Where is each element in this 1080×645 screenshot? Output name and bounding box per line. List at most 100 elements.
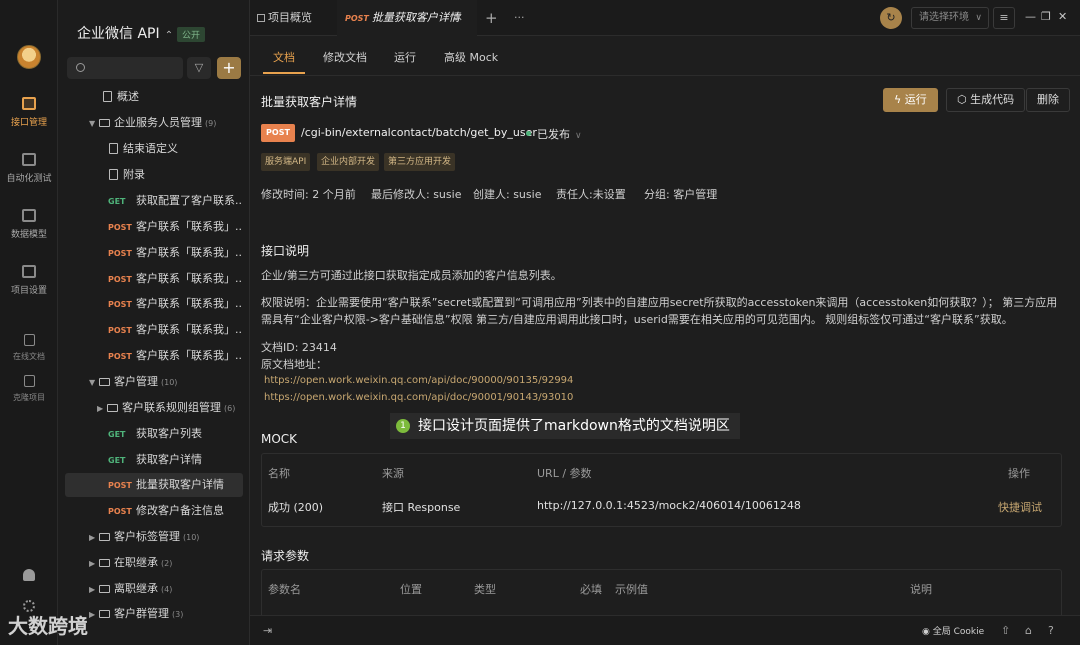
doc-link[interactable]: https://open.work.weixin.qq.com/api/doc/… <box>264 375 573 386</box>
public-badge: 公开 <box>177 27 206 42</box>
rail-label: 克隆项目 <box>13 393 45 402</box>
environment-select[interactable]: 请选择环境 ∨ <box>911 7 989 29</box>
filter-button[interactable]: ▽ <box>187 57 211 79</box>
tree-item-api[interactable]: POST 客户联系「联系我」... <box>65 344 243 368</box>
tree-item-label: 客户联系「联系我」... <box>136 220 243 233</box>
tree-item-api[interactable]: POST 修改客户备注信息 <box>65 499 243 523</box>
active-tab-indicator <box>263 72 305 74</box>
tab-current-api[interactable]: POST 批量获取客户详情 ✕ <box>337 0 477 36</box>
menu-icon[interactable]: ≡ <box>993 7 1015 29</box>
rail-item-online-docs[interactable]: 在线文档 <box>0 334 58 362</box>
tree-item-doc[interactable]: 概述 <box>65 85 243 109</box>
tree-folder[interactable]: ▶ 离职继承 (4) <box>65 577 243 601</box>
tree-item-doc[interactable]: 结束语定义 <box>65 137 243 161</box>
column-header: 来源 <box>382 467 404 480</box>
quick-debug-link[interactable]: 快捷调试 <box>998 499 1042 515</box>
chevron-down-icon: ∨ <box>575 131 582 141</box>
tree-folder[interactable]: ▶ 在职继承 (2) <box>65 551 243 575</box>
watermark-logo: 大数跨境 <box>8 614 88 638</box>
subtab-run[interactable]: 运行 <box>394 49 416 65</box>
subtab-doc[interactable]: 文档 <box>273 49 295 65</box>
tree-folder[interactable]: ▼ 客户管理 (10) <box>65 370 243 394</box>
tree-item-label: 概述 <box>117 90 139 103</box>
data-model-icon <box>22 209 36 222</box>
method-label: POST <box>108 481 132 490</box>
search-input[interactable] <box>67 57 183 79</box>
status-dropdown[interactable]: 已发布 ∨ <box>526 126 582 142</box>
tree-folder[interactable]: ▼ 企业服务人员管理 (9) <box>65 111 243 135</box>
add-button[interactable]: + <box>217 57 241 79</box>
folder-icon <box>99 119 110 127</box>
tree-item-api[interactable]: POST 客户联系「联系我」... <box>65 292 243 316</box>
window-close-icon[interactable]: ✕ <box>1058 10 1067 23</box>
params-table: 参数名 位置 类型 必填 示例值 说明 <box>261 569 1062 615</box>
tree-folder[interactable]: ▶ 客户群管理 (3) <box>65 602 243 626</box>
rail-item-automation[interactable]: 自动化测试 <box>0 153 58 184</box>
tree-item-api[interactable]: GET 获取配置了客户联系... <box>65 189 243 213</box>
column-header: 位置 <box>400 583 422 596</box>
chevron-right-icon: ▶ <box>89 585 96 594</box>
restore-icon[interactable]: ❐ <box>1041 10 1051 23</box>
avatar[interactable] <box>17 45 41 69</box>
annotation-callout: 1 接口设计页面提供了markdown格式的文档说明区 <box>390 413 740 439</box>
trash-icon[interactable]: ⌂ <box>1025 624 1032 637</box>
tree-folder[interactable]: ▶ 客户联系规则组管理 (6) <box>65 396 243 420</box>
run-button[interactable]: ϟ 运行 <box>883 88 938 112</box>
tree-item-doc[interactable]: 附录 <box>65 163 243 187</box>
api-path: /cgi-bin/externalcontact/batch/get_by_us… <box>301 126 537 139</box>
mock-source: 接口 Response <box>382 501 461 514</box>
cookie-label: 全局 Cookie <box>932 627 985 637</box>
collapse-sidebar-icon[interactable]: ⇥ <box>263 624 272 637</box>
folder-icon <box>99 378 110 386</box>
callout-number: 1 <box>396 419 410 433</box>
help-icon[interactable]: ? <box>1048 624 1054 637</box>
subtab-advanced-mock[interactable]: 高级 Mock <box>444 49 498 65</box>
bottom-bar: ⇥ ◉ 全局 Cookie ⇧ ⌂ ? <box>250 615 1080 645</box>
refresh-icon[interactable]: ↻ <box>880 7 902 29</box>
tree-item-api[interactable]: POST 客户联系「联系我」... <box>65 241 243 265</box>
status-dot-icon <box>526 131 531 136</box>
tree-item-api[interactable]: POST 客户联系「联系我」... <box>65 267 243 291</box>
tab-label: 项目概览 <box>268 11 312 24</box>
subtab-edit-doc[interactable]: 修改文档 <box>323 49 367 65</box>
tab-project-overview[interactable]: 项目概览 <box>257 0 312 36</box>
rail-item-api-management[interactable]: 接口管理 <box>0 97 58 128</box>
rail-item-data-model[interactable]: 数据模型 <box>0 209 58 240</box>
tree-folder[interactable]: ▶ 客户标签管理 (10) <box>65 525 243 549</box>
method-badge: POST <box>261 124 295 142</box>
upload-icon[interactable]: ⇧ <box>1001 624 1010 637</box>
tree-item-api[interactable]: GET 获取客户列表 <box>65 422 243 446</box>
tree-item-api-selected[interactable]: POST 批量获取客户详情 <box>65 473 243 497</box>
left-rail: 接口管理 自动化测试 数据模型 项目设置 在线文档 克隆项目 <box>0 0 58 645</box>
generate-code-button[interactable]: ⬡ 生成代码 <box>946 88 1026 112</box>
new-tab-button[interactable]: + <box>485 0 498 36</box>
project-switcher[interactable]: 企业微信 API ⌃ <box>77 23 173 43</box>
rail-label: 项目设置 <box>10 286 47 296</box>
tree-item-api[interactable]: POST 客户联系「联系我」... <box>65 318 243 342</box>
method-label: POST <box>108 507 132 516</box>
more-icon[interactable]: ··· <box>514 0 525 36</box>
tree-item-api[interactable]: GET 获取客户详情 <box>65 448 243 472</box>
minimize-icon[interactable]: — <box>1025 10 1036 23</box>
tree-item-api[interactable]: POST 客户联系「联系我」... <box>65 215 243 239</box>
tree-item-label: 客户联系「联系我」... <box>136 349 243 362</box>
column-header: 类型 <box>474 583 496 596</box>
bell-icon[interactable] <box>23 569 35 581</box>
tree-item-label: 客户联系「联系我」... <box>136 272 243 285</box>
rail-item-project-settings[interactable]: 项目设置 <box>0 265 58 296</box>
global-cookie-button[interactable]: ◉ 全局 Cookie <box>922 624 984 637</box>
delete-button[interactable]: 删除 <box>1026 88 1070 112</box>
meta-group: 分组: 客户管理 <box>644 188 718 201</box>
mock-url[interactable]: http://127.0.0.1:4523/mock2/406014/10061… <box>537 499 801 512</box>
tree-item-label: 客户联系规则组管理 <box>122 401 221 414</box>
close-icon[interactable]: ✕ <box>454 0 463 36</box>
chevron-right-icon: ▶ <box>89 610 96 619</box>
rail-label: 在线文档 <box>13 352 45 361</box>
chevron-down-icon: ▼ <box>89 378 96 387</box>
rail-item-clone-project[interactable]: 克隆项目 <box>0 375 58 403</box>
tree-count: (3) <box>172 610 184 619</box>
column-header: 必填 <box>580 583 602 596</box>
tree-item-label: 客户群管理 <box>114 607 169 620</box>
doc-link[interactable]: https://open.work.weixin.qq.com/api/doc/… <box>264 392 573 403</box>
meta-modified: 修改时间: 2 个月前 <box>261 188 356 201</box>
